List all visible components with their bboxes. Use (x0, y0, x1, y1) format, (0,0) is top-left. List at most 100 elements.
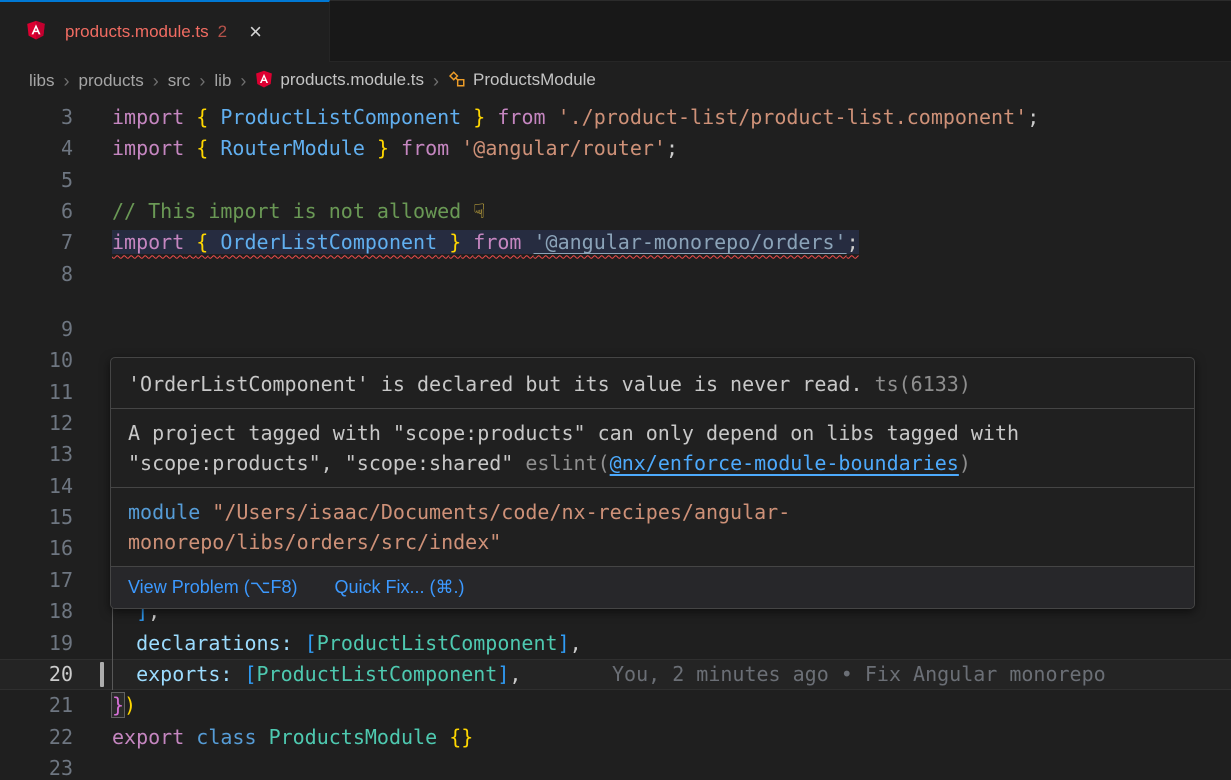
breadcrumb-src[interactable]: src (168, 71, 191, 91)
code-token: { (196, 230, 208, 254)
breadcrumb-symbol-label: ProductsModule (473, 70, 596, 89)
line-number[interactable]: 23 (0, 753, 73, 780)
line-number[interactable]: 7 (0, 227, 73, 258)
line-number[interactable]: 15 (0, 502, 73, 533)
eslint-text: "scope:products", "scope:shared" (128, 451, 513, 475)
line-number[interactable]: 12 (0, 408, 73, 439)
code-token: from (497, 105, 545, 129)
chevron-right-icon: › (240, 71, 246, 92)
tab-bar: products.module.ts 2 × (0, 0, 1231, 62)
code-token (208, 105, 220, 129)
code-token: from (401, 136, 449, 160)
code-line-6[interactable]: 6// This import is not allowed ☟ (0, 196, 1231, 227)
code-token (208, 136, 220, 160)
code-token: ] (558, 631, 570, 655)
code-line-7[interactable]: 7import { OrderListComponent } from '@an… (0, 227, 1231, 258)
code-editor[interactable]: 3 import { ProductListComponent } from '.… (0, 100, 1231, 780)
code-line-text: }) (112, 690, 136, 721)
code-token: ) (124, 693, 136, 717)
code-token (184, 725, 196, 749)
close-icon[interactable]: × (249, 21, 262, 43)
code-token (232, 662, 244, 686)
line-number[interactable]: 22 (0, 722, 73, 753)
symbol-class-icon (448, 70, 466, 93)
code-line-19[interactable]: 19 declarations: [ProductListComponent], (0, 628, 1231, 659)
breadcrumb-libs[interactable]: libs (29, 71, 55, 91)
eslint-diagnostic-message: A project tagged with "scope:products" c… (111, 408, 1194, 487)
chevron-right-icon: › (153, 71, 159, 92)
chevron-right-icon: › (433, 71, 439, 92)
editor-gap (0, 290, 1231, 314)
ts-diagnostic-message: 'OrderListComponent' is declared but its… (111, 358, 1194, 408)
code-token: [ (244, 662, 256, 686)
view-problem-button[interactable]: View Problem (⌥F8) (128, 577, 297, 597)
line-number[interactable]: 10 (0, 345, 73, 376)
code-token: } (377, 136, 389, 160)
line-number[interactable]: 16 (0, 533, 73, 564)
module-info-block: module "/Users/isaac/Documents/code/nx-r… (111, 487, 1194, 566)
code-line-3[interactable]: 3 import { ProductListComponent } from '.… (0, 102, 1231, 133)
code-line-text: import { ProductListComponent } from './… (112, 102, 1039, 133)
line-number[interactable]: 9 (0, 314, 73, 345)
breadcrumb-symbol[interactable]: ProductsModule (448, 70, 596, 93)
code-line-21[interactable]: 21}) (0, 690, 1231, 721)
eslint-rule-link[interactable]: @nx/enforce-module-boundaries (610, 451, 959, 475)
ts-diagnostic-text: 'OrderListComponent' is declared but its… (128, 372, 863, 396)
line-number[interactable]: 20 (0, 659, 73, 690)
code-token (293, 631, 305, 655)
code-token (521, 230, 533, 254)
diagnostics-hover-popup: 'OrderListComponent' is declared but its… (110, 357, 1195, 609)
module-info-line1: module "/Users/isaac/Documents/code/nx-r… (128, 497, 1177, 527)
breadcrumb-lib[interactable]: lib (214, 71, 231, 91)
line-number[interactable]: 6 (0, 196, 73, 227)
code-token: ProductListComponent (220, 105, 461, 129)
code-token: '@angular-monorepo/orders' (534, 230, 847, 254)
code-token: // This import is not allowed (112, 199, 473, 223)
line-number[interactable]: 11 (0, 377, 73, 408)
code-line-5[interactable]: 5 (0, 165, 1231, 196)
code-token: ; (1027, 105, 1039, 129)
code-token (485, 105, 497, 129)
line-number[interactable]: 21 (0, 690, 73, 721)
line-number[interactable]: 17 (0, 565, 73, 596)
line-number[interactable]: 18 (0, 596, 73, 627)
code-token: exports: (136, 662, 232, 686)
code-token (184, 105, 196, 129)
chevron-right-icon: › (199, 71, 205, 92)
code-token (389, 136, 401, 160)
tab-title: products.module.ts (65, 22, 209, 42)
code-line-4[interactable]: 4 import { RouterModule } from '@angular/… (0, 133, 1231, 164)
quick-fix-button[interactable]: Quick Fix... (⌘.) (334, 577, 464, 597)
line-number[interactable]: 14 (0, 471, 73, 502)
code-line-9[interactable]: 9 (0, 314, 1231, 345)
code-line-20[interactable]: 20 exports: [ProductListComponent],You, … (0, 659, 1231, 690)
code-token: import (112, 136, 184, 160)
code-line-text: import { RouterModule } from '@angular/r… (112, 133, 678, 164)
code-token: } (449, 230, 461, 254)
line-number[interactable]: 8 (0, 259, 73, 290)
code-line-8[interactable]: 8 (0, 259, 1231, 290)
breadcrumb-file[interactable]: products.module.ts (255, 70, 424, 93)
eslint-text-line1: A project tagged with "scope:products" c… (128, 418, 1177, 448)
line-number[interactable]: 4 (0, 133, 73, 164)
code-token (365, 136, 377, 160)
code-token (546, 105, 558, 129)
code-line-22[interactable]: 22export class ProductsModule {} (0, 722, 1231, 753)
code-token: {} (449, 725, 473, 749)
line-number[interactable]: 19 (0, 628, 73, 659)
code-line-23[interactable]: 23 (0, 753, 1231, 780)
line-number[interactable]: 5 (0, 165, 73, 196)
code-token: ProductsModule (269, 725, 438, 749)
line-number[interactable]: 13 (0, 439, 73, 470)
code-token (184, 230, 196, 254)
code-token: ; (847, 230, 859, 254)
angular-icon (255, 70, 273, 93)
git-blame-annotation: You, 2 minutes ago • Fix Angular monorep… (612, 659, 1106, 690)
eslint-source-open: eslint( (525, 451, 609, 475)
line-number[interactable]: 3 (0, 102, 73, 133)
tab-products-module[interactable]: products.module.ts 2 × (0, 0, 330, 62)
code-token: ProductListComponent (317, 631, 558, 655)
chevron-right-icon: › (64, 71, 70, 92)
code-token: [ (305, 631, 317, 655)
breadcrumb-products[interactable]: products (79, 71, 144, 91)
